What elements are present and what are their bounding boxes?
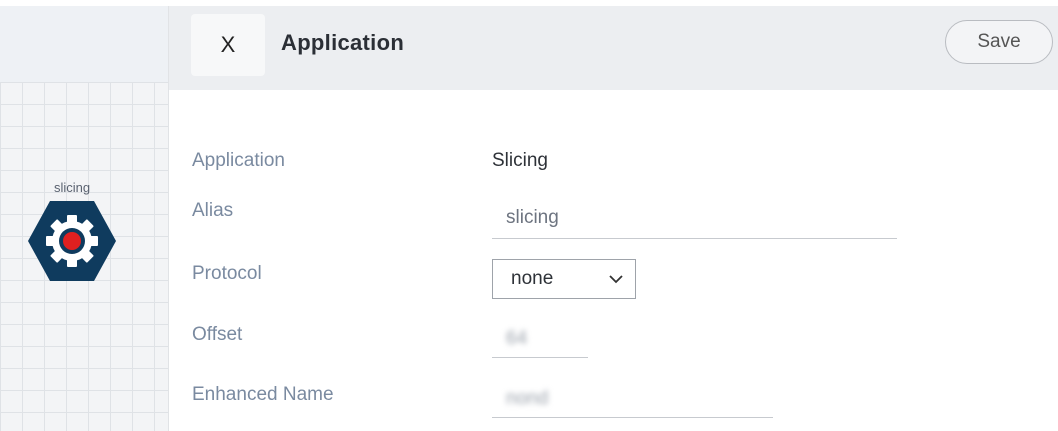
alias-label: Alias xyxy=(192,200,234,221)
offset-label: Offset xyxy=(192,324,243,345)
chevron-down-icon xyxy=(609,274,623,283)
save-button[interactable]: Save xyxy=(945,20,1053,64)
application-value: Slicing xyxy=(492,150,548,171)
node-label: slicing xyxy=(53,180,91,195)
protocol-label: Protocol xyxy=(192,263,262,284)
panel-title: Application xyxy=(281,30,405,55)
alias-field[interactable]: slicing xyxy=(492,197,897,239)
canvas-header-area xyxy=(0,0,168,82)
panel-header: X Application Save xyxy=(169,6,1058,90)
enhanced-name-label: Enhanced Name xyxy=(192,384,334,405)
protocol-select[interactable]: none xyxy=(492,259,636,299)
offset-value: 64 xyxy=(506,328,528,349)
topology-canvas[interactable]: slicing xyxy=(0,0,169,431)
protocol-selected-value: none xyxy=(511,268,554,289)
offset-field[interactable]: 64 xyxy=(492,320,588,358)
gear-hexagon-icon[interactable] xyxy=(26,199,118,283)
enhanced-name-value: nond xyxy=(506,388,549,409)
application-label: Application xyxy=(192,150,285,171)
enhanced-name-field[interactable]: nond xyxy=(492,380,773,418)
close-button[interactable]: X xyxy=(191,14,265,76)
slicing-node[interactable]: slicing xyxy=(24,180,120,283)
alias-value: slicing xyxy=(506,207,559,228)
